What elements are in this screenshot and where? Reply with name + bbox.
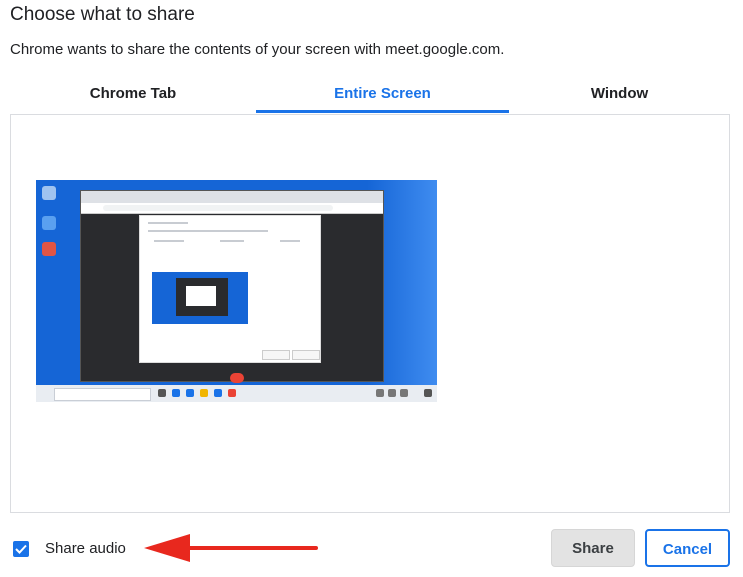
share-button[interactable]: Share [551, 529, 635, 567]
thumbnail-taskbar [36, 385, 437, 402]
active-tab-indicator [256, 110, 509, 113]
thumbnail-tab-strip [81, 191, 383, 203]
tab-window[interactable]: Window [509, 82, 730, 112]
thumbnail-share-dialog [139, 215, 321, 363]
screen-preview-thumbnail[interactable] [36, 180, 437, 402]
thumbnail-browser-window [80, 190, 384, 383]
desktop-icon [42, 186, 56, 200]
end-call-icon [230, 373, 244, 383]
tab-chrome-tab[interactable]: Chrome Tab [10, 82, 256, 112]
cancel-button[interactable]: Cancel [645, 529, 730, 567]
share-audio-label[interactable]: Share audio [45, 540, 126, 557]
thumbnail-nested-preview [152, 272, 248, 324]
desktop-icon [42, 216, 56, 230]
tab-bar: Chrome Tab Entire Screen Window [10, 82, 730, 114]
desktop-icon [42, 242, 56, 256]
tab-entire-screen[interactable]: Entire Screen [256, 82, 509, 112]
thumbnail-address-bar [81, 203, 383, 214]
red-arrow-icon [144, 534, 318, 562]
share-audio-checkbox[interactable] [13, 541, 29, 557]
checkmark-icon [15, 544, 27, 554]
dialog-subtitle: Chrome wants to share the contents of yo… [10, 41, 505, 58]
dialog-title: Choose what to share [10, 4, 195, 25]
